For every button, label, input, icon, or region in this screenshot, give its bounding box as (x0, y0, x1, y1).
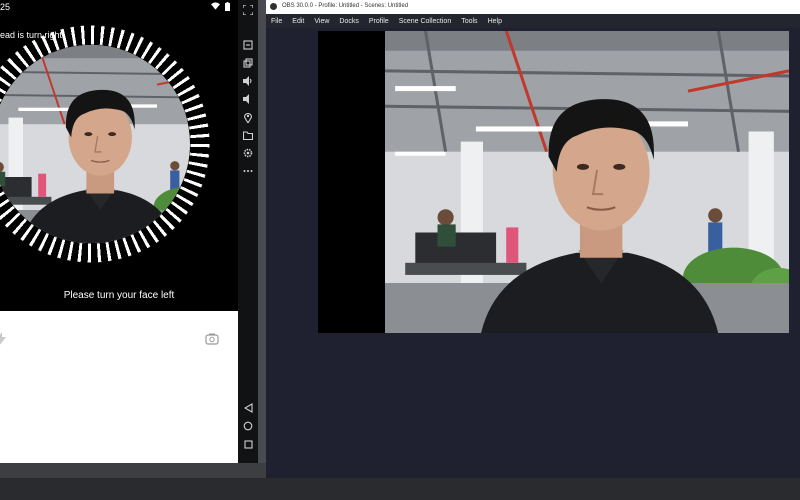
front-camera-feed (0, 45, 190, 243)
emulator-bottom-strip (0, 463, 266, 478)
fullscreen-icon[interactable] (241, 3, 255, 17)
emulator-toolbar (238, 0, 258, 463)
menu-file[interactable]: File (266, 18, 287, 25)
wifi-icon (211, 2, 220, 13)
menu-tools[interactable]: Tools (456, 18, 482, 25)
switch-camera-icon[interactable] (205, 332, 219, 350)
window-icon[interactable] (241, 56, 255, 70)
menu-docks[interactable]: Docks (334, 18, 363, 25)
folder-icon[interactable] (241, 128, 255, 142)
obs-preview-canvas[interactable] (318, 31, 789, 333)
status-bar: 25 (0, 0, 238, 16)
taskbar (0, 478, 800, 500)
menu-edit[interactable]: Edit (287, 18, 309, 25)
obs-window: OBS 30.0.0 - Profile: Untitled - Scenes:… (266, 0, 800, 478)
location-icon[interactable] (241, 110, 255, 124)
volume-down-icon[interactable] (241, 92, 255, 106)
battery-icon (225, 2, 230, 13)
obs-logo-icon (270, 3, 277, 10)
back-icon[interactable] (241, 401, 255, 415)
menu-view[interactable]: View (309, 18, 334, 25)
menu-help[interactable]: Help (483, 18, 507, 25)
menu-profile[interactable]: Profile (364, 18, 394, 25)
status-time: 25 (0, 2, 11, 12)
volume-up-icon[interactable] (241, 74, 255, 88)
liveness-prompt-current: Please turn your face left (63, 290, 175, 301)
menu-scene-collection[interactable]: Scene Collection (394, 18, 457, 25)
obs-window-title: OBS 30.0.0 - Profile: Untitled - Scenes:… (282, 3, 409, 9)
flash-icon[interactable] (0, 332, 6, 349)
home-icon[interactable] (241, 419, 255, 433)
screenshot-icon[interactable] (241, 38, 255, 52)
virtual-camera-feed (385, 31, 789, 333)
camera-controls-panel (0, 311, 238, 463)
face-capture-circle (0, 45, 190, 243)
more-icon[interactable] (241, 164, 255, 178)
obs-menu-bar: File Edit View Docks Profile Scene Colle… (266, 14, 800, 28)
window-divider (258, 0, 266, 478)
android-emulator-screen: 25 ead is turn right Please turn your fa… (0, 0, 238, 463)
obs-title-bar: OBS 30.0.0 - Profile: Untitled - Scenes:… (266, 0, 800, 14)
recents-icon[interactable] (241, 437, 255, 451)
settings-icon[interactable] (241, 146, 255, 160)
